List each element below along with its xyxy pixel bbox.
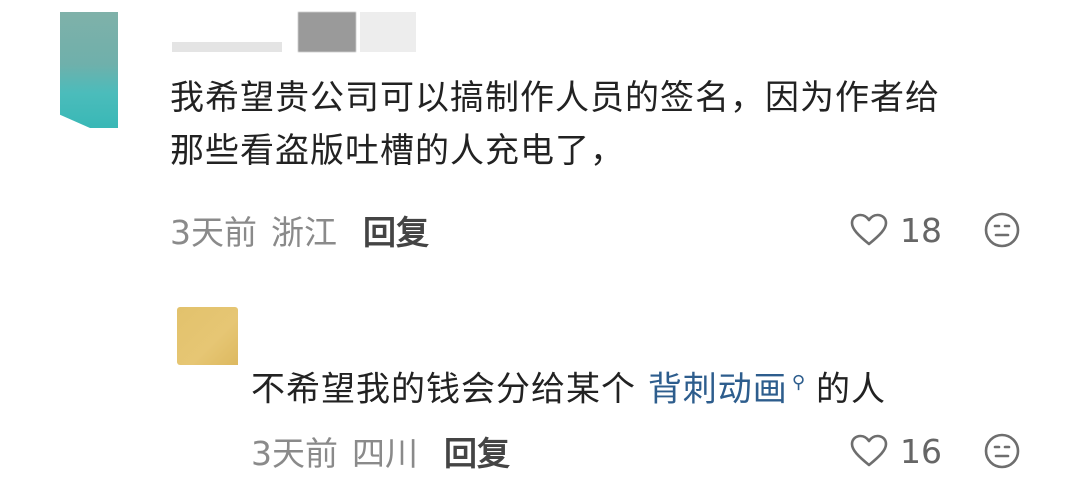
reply-button[interactable]: 回复 <box>444 427 510 475</box>
comment-meta: 3天前 浙江 回复 <box>170 206 429 254</box>
like-button[interactable]: 18 <box>850 206 942 254</box>
username-blurred[interactable] <box>172 12 417 52</box>
comment-text-line: 那些看盗版吐槽的人充电了， <box>170 131 625 171</box>
heart-icon <box>850 213 888 246</box>
like-button[interactable]: 16 <box>850 427 942 475</box>
comment-text-line: 我希望贵公司可以搞制作人员的签名，因为作者给 <box>170 78 940 118</box>
search-link[interactable]: 背刺动画 <box>648 369 788 409</box>
comment-time: 3天前 <box>170 213 257 252</box>
emoji-reaction-icon[interactable] <box>984 212 1020 248</box>
username-blur-segment <box>298 12 356 52</box>
emoji-reaction-icon[interactable] <box>984 433 1020 469</box>
comment-text: 我希望贵公司可以搞制作人员的签名，因为作者给 那些看盗版吐槽的人充电了， <box>170 72 1030 178</box>
comment-text: 不希望我的钱会分给某个 背刺动画 ⚲ 的人 <box>251 356 1051 416</box>
comment-text-suffix: 的人 <box>816 369 886 410</box>
comment-location: 四川 <box>352 434 418 473</box>
avatar[interactable] <box>60 12 118 128</box>
like-count: 18 <box>900 210 942 250</box>
comment-meta: 3天前 四川 回复 <box>251 427 510 475</box>
avatar[interactable] <box>177 307 238 365</box>
username-blur-segment <box>360 12 416 52</box>
heart-icon <box>850 434 888 467</box>
reply-button[interactable]: 回复 <box>363 206 429 254</box>
username-blur-segment <box>172 42 282 52</box>
comment-text-prefix: 不希望我的钱会分给某个 <box>251 369 648 410</box>
like-count: 16 <box>900 431 942 471</box>
search-icon[interactable]: ⚲ <box>792 372 806 393</box>
comment-time: 3天前 <box>251 434 338 473</box>
comment-location: 浙江 <box>271 213 337 252</box>
